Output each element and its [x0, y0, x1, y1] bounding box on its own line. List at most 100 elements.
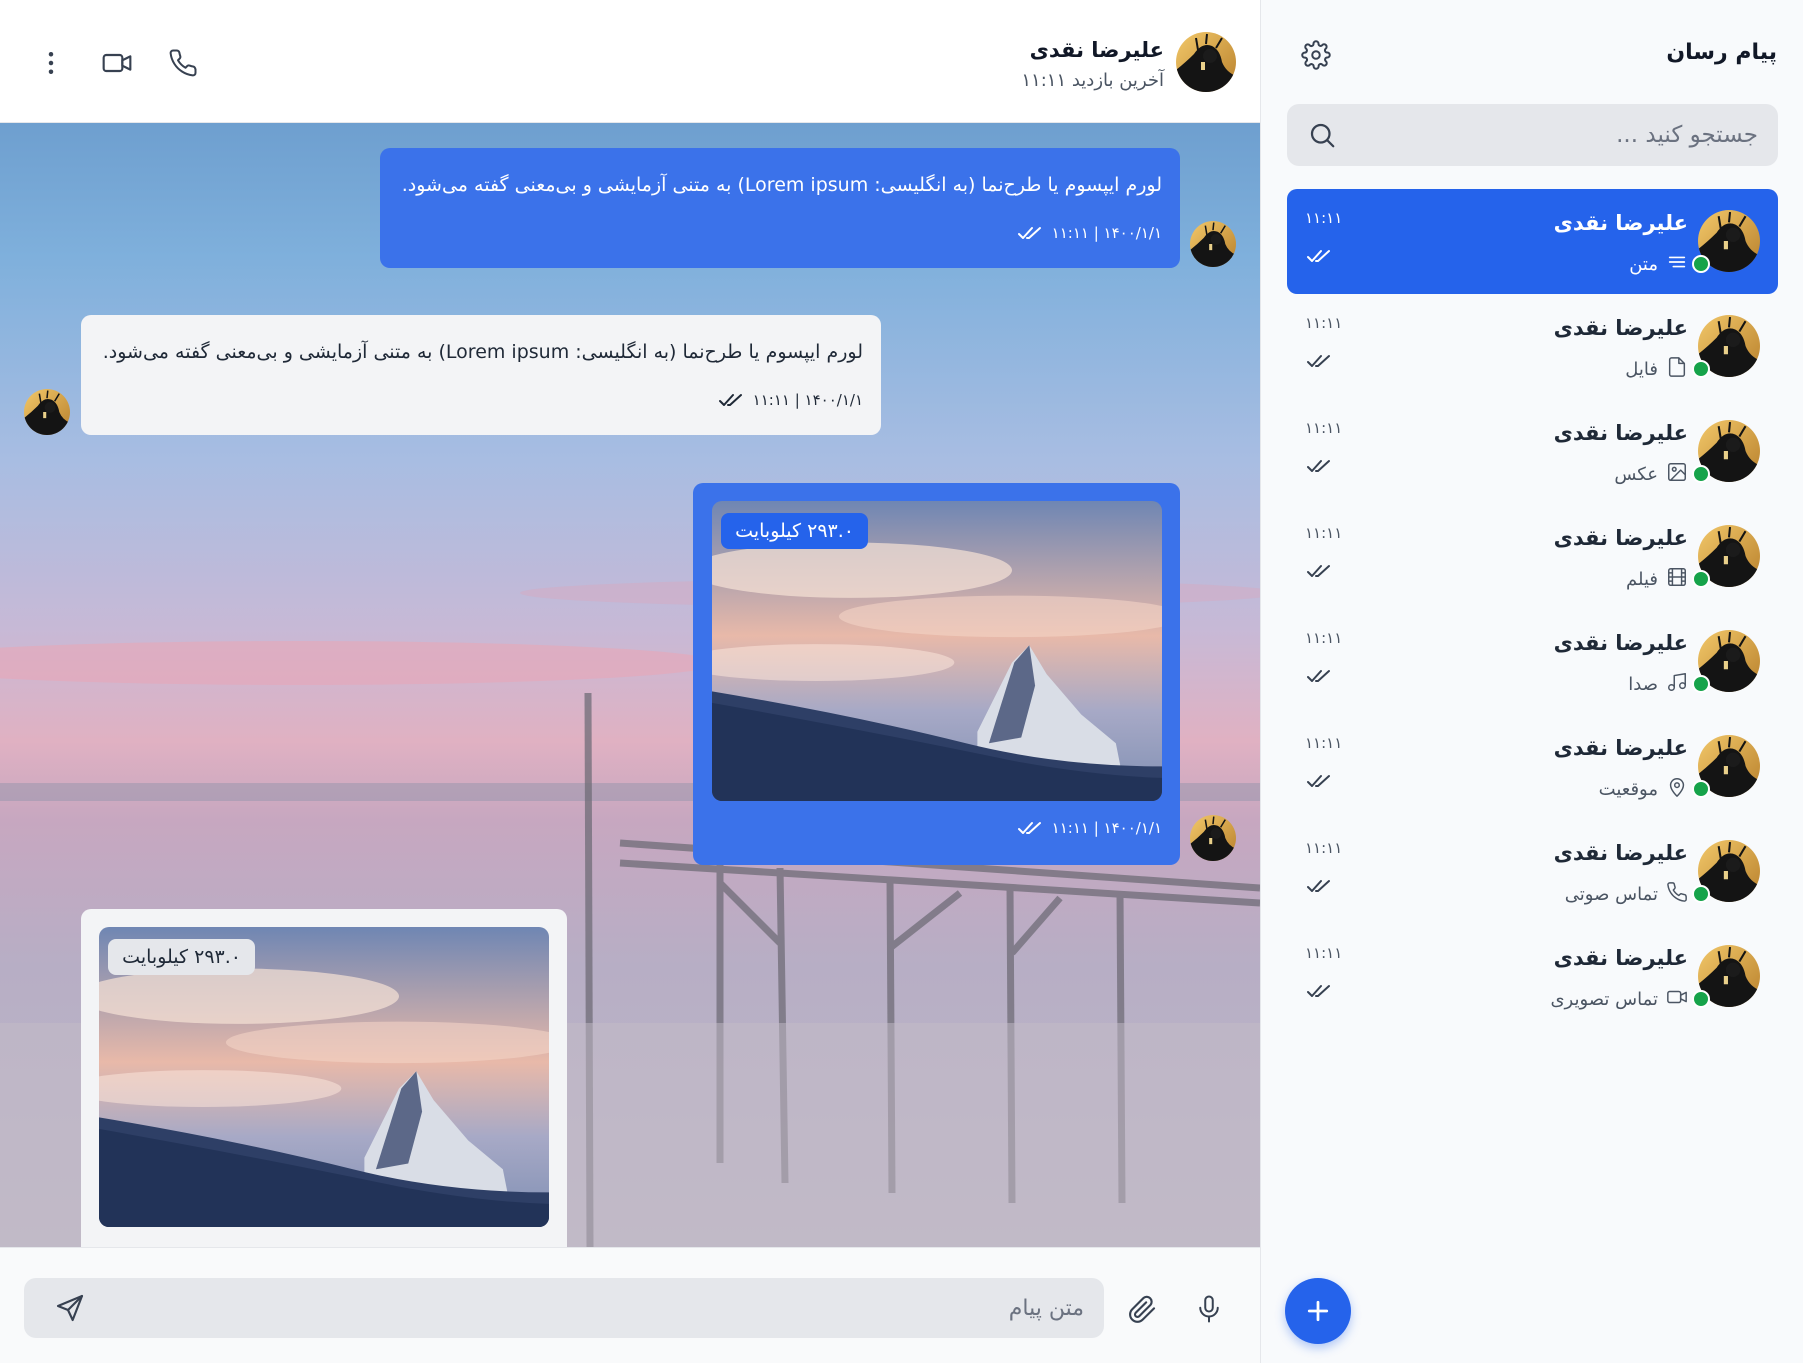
double-check-icon — [719, 392, 745, 408]
chat-last-message-text: فایل — [1625, 359, 1658, 380]
search-input[interactable] — [1358, 104, 1758, 166]
message-bubble-outgoing[interactable]: لورم ایپسوم یا طرح‌نما (به انگلیسی: Lore… — [380, 148, 1180, 268]
chat-last-message: عکس — [1614, 461, 1688, 488]
chat-contact-name: علیرضا نقدی — [1553, 946, 1688, 970]
chat-time: ۱۱:۱۱ — [1305, 419, 1343, 437]
search-icon[interactable] — [1307, 120, 1337, 150]
double-check-icon — [1307, 247, 1333, 265]
chat-list-item[interactable]: علیرضا نقدی صدا ۱۱:۱۱ — [1287, 609, 1778, 714]
chat-time: ۱۱:۱۱ — [1305, 629, 1343, 647]
send-icon — [56, 1294, 84, 1322]
chat-sidebar: پیام رسان علیرضا نقدی متن ۱۱:۱۱ علیرضا ن… — [1260, 0, 1803, 1363]
more-options-button[interactable] — [34, 46, 68, 80]
message-composer — [0, 1247, 1260, 1363]
plus-icon — [1307, 1300, 1329, 1322]
gear-icon — [1301, 40, 1331, 70]
search-box[interactable] — [1287, 104, 1778, 166]
chat-last-message: متن — [1629, 251, 1688, 278]
video-call-button[interactable] — [100, 46, 134, 80]
double-check-icon — [1307, 667, 1333, 685]
message-bubble-outgoing-image[interactable]: ۲۹۳.۰ کیلوبایت ۱۴۰۰/۱/۱ | ۱۱:۱۱ — [693, 483, 1180, 865]
online-status-dot — [1692, 675, 1710, 693]
message-list[interactable]: لورم ایپسوم یا طرح‌نما (به انگلیسی: Lore… — [0, 123, 1260, 1247]
message-text: لورم ایپسوم یا طرح‌نما (به انگلیسی: Lore… — [401, 174, 1162, 196]
chat-last-message: تماس صوتی — [1565, 881, 1688, 908]
more-vertical-icon — [48, 52, 54, 74]
conversation-pane: علیرضا نقدی آخرین بازدید ۱۱:۱۱ لورم ایپس… — [0, 0, 1260, 1363]
message-bubble-incoming[interactable]: لورم ایپسوم یا طرح‌نما (به انگلیسی: Lore… — [81, 315, 881, 435]
chat-last-message-text: متن — [1629, 254, 1658, 275]
new-chat-button[interactable] — [1285, 1278, 1351, 1344]
chat-list: علیرضا نقدی متن ۱۱:۱۱ علیرضا نقدی فایل ۱… — [1287, 189, 1778, 1029]
chat-list-item[interactable]: علیرضا نقدی متن ۱۱:۱۱ — [1287, 189, 1778, 294]
message-meta: ۱۴۰۰/۱/۱ | ۱۱:۱۱ — [1018, 819, 1162, 837]
chat-contact-name: علیرضا نقدی — [1553, 211, 1688, 235]
chat-list-item[interactable]: علیرضا نقدی تماس تصویری ۱۱:۱۱ — [1287, 924, 1778, 1029]
chat-last-message: فیلم — [1626, 566, 1688, 593]
voice-call-button[interactable] — [166, 46, 200, 80]
chat-last-message-text: صدا — [1628, 674, 1658, 695]
online-status-dot — [1692, 360, 1710, 378]
chat-list-item[interactable]: علیرضا نقدی عکس ۱۱:۱۱ — [1287, 399, 1778, 504]
chat-last-message: فایل — [1625, 356, 1688, 383]
file-size-badge: ۲۹۳.۰ کیلوبایت — [721, 513, 868, 549]
chat-contact-name: علیرضا نقدی — [1553, 421, 1688, 445]
message-input[interactable] — [184, 1278, 1084, 1338]
message-meta: ۱۴۰۰/۱/۱ | ۱۱:۱۱ — [1018, 224, 1162, 242]
chat-time: ۱۱:۱۱ — [1305, 209, 1343, 227]
chat-contact-name: علیرضا نقدی — [1553, 631, 1688, 655]
chat-last-message: تماس تصویری — [1550, 986, 1688, 1013]
online-status-dot — [1692, 990, 1710, 1008]
chat-last-message-text: تماس تصویری — [1550, 989, 1658, 1010]
conversation-header: علیرضا نقدی آخرین بازدید ۱۱:۱۱ — [0, 0, 1260, 123]
message-avatar[interactable] — [24, 389, 70, 435]
chat-last-message-text: عکس — [1614, 464, 1658, 485]
double-check-icon — [1307, 877, 1333, 895]
phone-icon — [1666, 881, 1688, 908]
text-icon — [1666, 251, 1688, 278]
settings-button[interactable] — [1297, 36, 1335, 74]
online-status-dot — [1692, 780, 1710, 798]
chat-contact-name: علیرضا نقدی — [1553, 526, 1688, 550]
message-avatar[interactable] — [1190, 221, 1236, 267]
double-check-icon — [1307, 457, 1333, 475]
chat-list-item[interactable]: علیرضا نقدی تماس صوتی ۱۱:۱۱ — [1287, 819, 1778, 924]
chat-time: ۱۱:۱۱ — [1305, 944, 1343, 962]
file-icon — [1666, 356, 1688, 383]
attach-button[interactable] — [1125, 1292, 1159, 1326]
online-status-dot — [1692, 255, 1710, 273]
chat-time: ۱۱:۱۱ — [1305, 839, 1343, 857]
chat-last-message-text: موقعیت — [1598, 779, 1658, 800]
double-check-icon — [1307, 352, 1333, 370]
voice-record-button[interactable] — [1192, 1292, 1226, 1326]
video-camera-icon — [102, 53, 132, 73]
send-button[interactable] — [54, 1292, 86, 1324]
message-timestamp: ۱۴۰۰/۱/۱ | ۱۱:۱۱ — [752, 391, 863, 409]
online-status-dot — [1692, 885, 1710, 903]
message-bubble-incoming-image[interactable]: ۲۹۳.۰ کیلوبایت — [81, 909, 567, 1247]
double-check-icon — [1307, 772, 1333, 790]
film-icon — [1666, 566, 1688, 593]
image-icon — [1666, 461, 1688, 488]
chat-last-message-text: فیلم — [1626, 569, 1658, 590]
chat-contact-name: علیرضا نقدی — [1553, 841, 1688, 865]
chat-contact-name: علیرضا نقدی — [1553, 316, 1688, 340]
message-meta: ۱۴۰۰/۱/۱ | ۱۱:۱۱ — [719, 391, 863, 409]
location-icon — [1666, 776, 1688, 803]
chat-list-item[interactable]: علیرضا نقدی موقعیت ۱۱:۱۱ — [1287, 714, 1778, 819]
double-check-icon — [1307, 562, 1333, 580]
message-avatar[interactable] — [1190, 815, 1236, 861]
message-text: لورم ایپسوم یا طرح‌نما (به انگلیسی: Lore… — [102, 341, 863, 363]
chat-list-item[interactable]: علیرضا نقدی فیلم ۱۱:۱۱ — [1287, 504, 1778, 609]
paperclip-icon — [1129, 1295, 1156, 1323]
contact-name[interactable]: علیرضا نقدی — [1030, 38, 1164, 62]
double-check-icon — [1307, 982, 1333, 1000]
last-seen-status: آخرین بازدید ۱۱:۱۱ — [1021, 70, 1164, 91]
contact-avatar[interactable] — [1176, 32, 1236, 92]
online-status-dot — [1692, 570, 1710, 588]
message-input-box[interactable] — [24, 1278, 1104, 1338]
file-size-badge: ۲۹۳.۰ کیلوبایت — [108, 939, 255, 975]
chat-time: ۱۱:۱۱ — [1305, 314, 1343, 332]
chat-last-message: موقعیت — [1599, 776, 1688, 803]
chat-list-item[interactable]: علیرضا نقدی فایل ۱۱:۱۱ — [1287, 294, 1778, 399]
